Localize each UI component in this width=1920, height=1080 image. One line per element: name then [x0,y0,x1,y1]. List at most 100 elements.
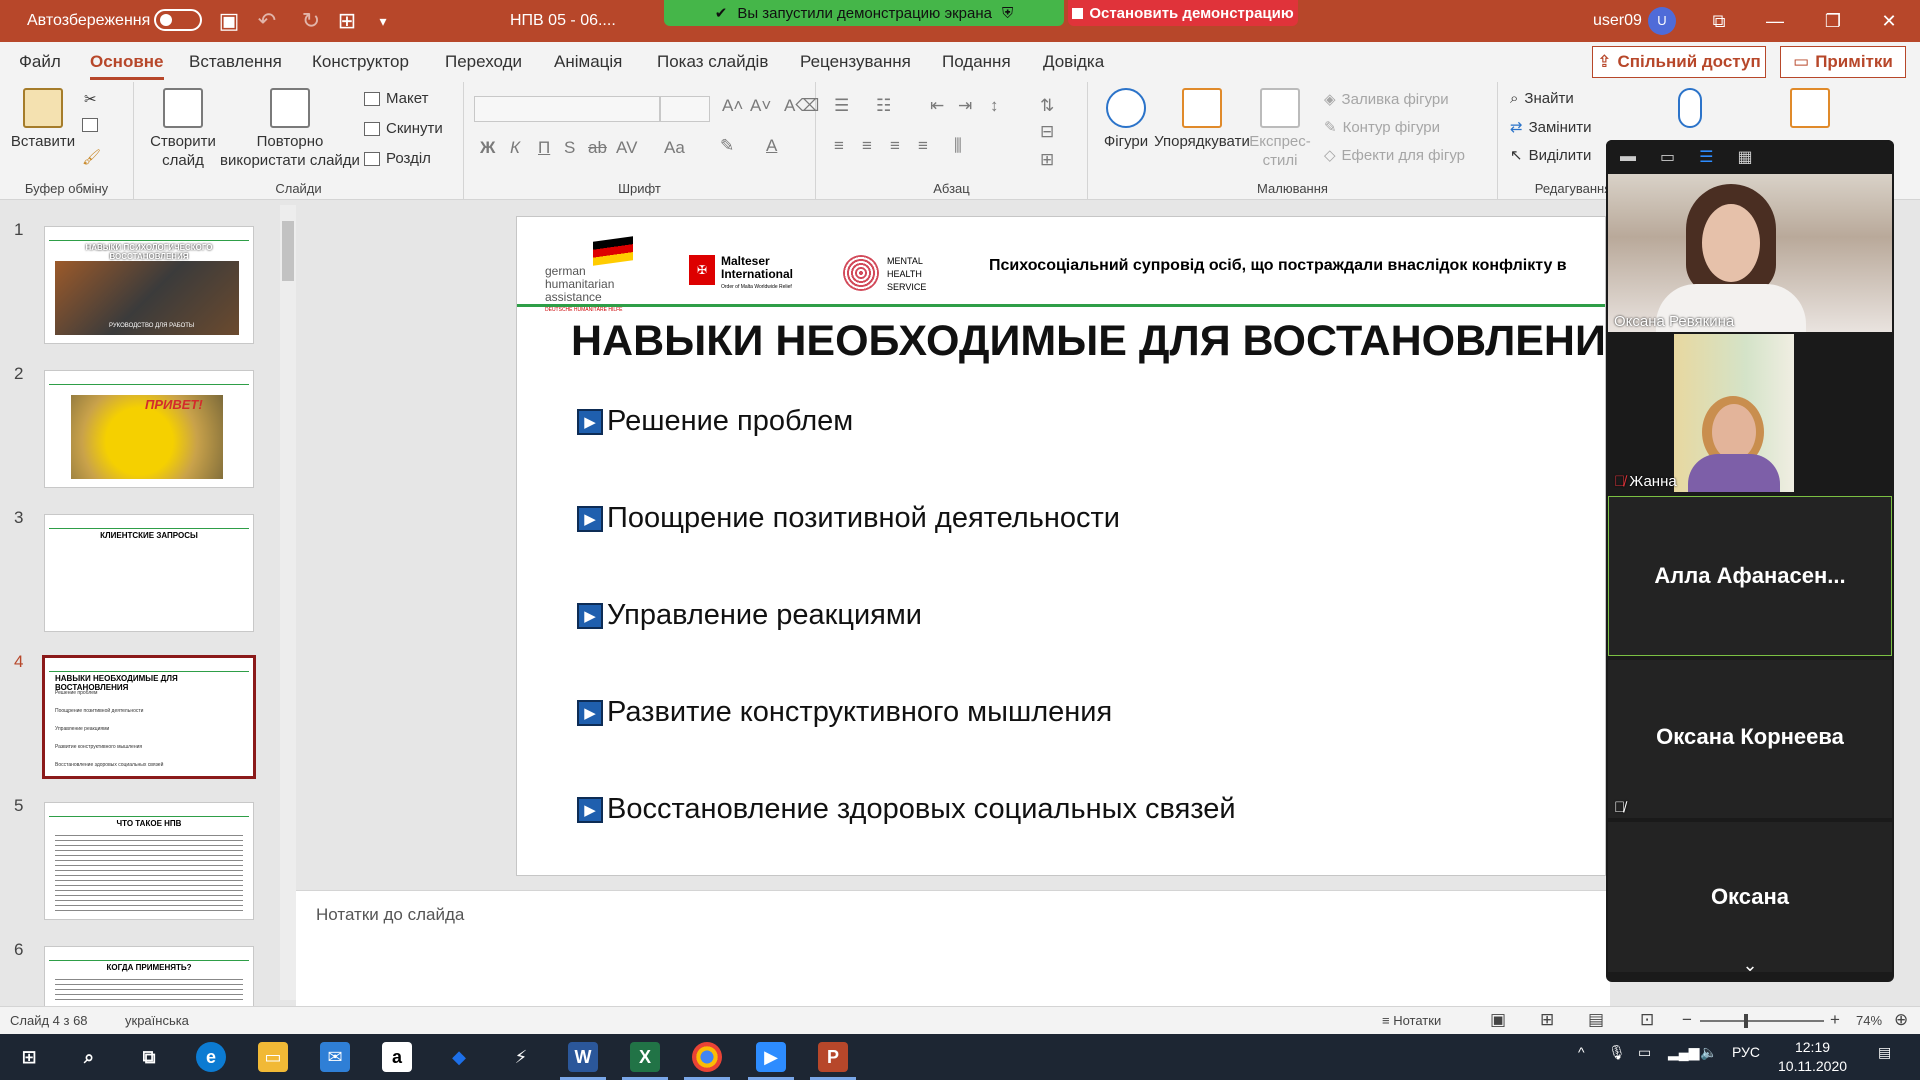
font-color-icon[interactable]: A [766,136,777,156]
slide-canvas[interactable]: german humanitarian assistance DEUTSCHE … [516,216,1606,876]
powerpoint-icon[interactable]: P [810,1042,856,1080]
cut-button[interactable]: ✂ [84,90,97,108]
underline-button[interactable]: П [538,138,550,158]
close-icon[interactable]: ✕ [1874,8,1904,34]
tray-chevron-icon[interactable]: ^ [1578,1044,1585,1060]
bullet-item[interactable]: ▶ Восстановление здоровых социальных связ… [577,793,1236,826]
minimize-icon[interactable]: — [1760,8,1790,34]
align-right-icon[interactable]: ≡ [890,136,900,156]
replace-button[interactable]: ⇄ Замінити [1510,118,1592,137]
line-spacing-icon[interactable]: ↕ [990,96,999,116]
change-case-button[interactable]: Aa [664,138,685,158]
shadow-button[interactable]: S [564,138,575,158]
participant-tile[interactable]: Оксана Корнеева 🎙̸ [1608,660,1892,818]
arrange-button[interactable]: Упорядкувати [1150,88,1254,151]
tab-design[interactable]: Конструктор [312,52,409,72]
highlight-icon[interactable]: ✎ [720,136,734,156]
design-ideas-button[interactable] [1780,88,1840,132]
bullet-item[interactable]: ▶ Поощрение позитивной деятельности [577,502,1120,535]
restore-icon[interactable]: ❐ [1818,8,1848,34]
app-icon[interactable]: ⚡ [506,1042,536,1072]
slide-thumbnail-5[interactable]: ЧТО ТАКОЕ НПВ [44,802,254,920]
reading-view-icon[interactable]: ▤ [1588,1010,1604,1030]
notes-toggle[interactable]: ≡ Нотатки [1382,1013,1441,1028]
columns-icon[interactable]: ⫼ [954,136,962,156]
tab-view[interactable]: Подання [942,52,1011,72]
dropbox-icon[interactable]: ◆ [444,1042,474,1072]
zoom-level[interactable]: 74% [1856,1013,1882,1028]
select-button[interactable]: ↖ Виділити [1510,146,1591,165]
participant-tile[interactable]: Оксана Ревякина [1608,174,1892,332]
format-painter-button[interactable]: 🖌 [82,148,101,166]
copy-button[interactable] [82,118,98,132]
edge-icon[interactable]: e [196,1042,226,1072]
font-name-field[interactable] [474,96,660,122]
slide-thumbnail-3[interactable]: КЛИЕНТСКИЕ ЗАПРОСЫ [44,514,254,632]
network-icon[interactable]: ▂▄▆ [1668,1044,1699,1061]
chrome-icon[interactable] [684,1042,730,1080]
zoom-icon[interactable]: ▶ [748,1042,794,1080]
user-name[interactable]: user09 [1593,12,1642,30]
stop-share-button[interactable]: Остановить демонстрацию [1068,0,1298,26]
participant-tile[interactable]: Оксана [1608,822,1892,972]
reset-button[interactable]: Скинути [364,120,443,137]
numbering-icon[interactable]: ☷ [876,96,891,116]
ribbon-display-icon[interactable]: ⧉ [1704,8,1734,34]
participant-tile[interactable]: 🎙̸ Жанна [1608,334,1892,492]
decrease-indent-icon[interactable]: ⇤ [930,96,944,116]
slide-title[interactable]: НАВЫКИ НЕОБХОДИМЫЕ ДЛЯ ВОСТАНОВЛЕНИЯ [571,317,1605,366]
share-button[interactable]: ⇪ Спільний доступ [1592,46,1766,78]
notes-pane[interactable]: Нотатки до слайда [296,890,1610,1010]
fit-to-window-icon[interactable]: ⊕ [1894,1010,1908,1030]
align-center-icon[interactable]: ≡ [862,136,872,156]
bullets-icon[interactable]: ☰ [834,96,849,116]
tab-help[interactable]: Довідка [1043,52,1104,72]
normal-view-icon[interactable]: ▣ [1490,1010,1506,1030]
slide-counter[interactable]: Слайд 4 з 68 [10,1013,88,1028]
bullet-item[interactable]: ▶ Управление реакциями [577,599,922,632]
battery-icon[interactable]: ▭ [1638,1044,1651,1061]
tab-review[interactable]: Рецензування [800,52,911,72]
tab-home[interactable]: Основне [90,52,164,80]
hide-video-icon[interactable]: ▭ [1660,147,1675,167]
align-left-icon[interactable]: ≡ [834,136,844,156]
slideshow-view-icon[interactable]: ⊡ [1640,1010,1654,1030]
tab-transitions[interactable]: Переходи [445,52,522,72]
tab-insert[interactable]: Вставлення [189,52,282,72]
strikethrough-button[interactable]: ab [588,138,607,158]
new-slide-button[interactable]: Створити слайд [140,88,226,170]
slide-thumbnail-6[interactable]: КОГДА ПРИМЕНЯТЬ? [44,946,254,1010]
zoom-out-icon[interactable]: − [1682,1010,1692,1030]
shape-effects-button[interactable]: ◇ Ефекти для фігур [1324,146,1465,165]
redo-icon[interactable]: ↻ [298,8,324,34]
find-button[interactable]: ⌕ Знайти [1510,90,1574,107]
text-direction-icon[interactable]: ⇅ [1040,96,1054,116]
quick-styles-button[interactable]: Експрес-стилі [1248,88,1312,170]
grow-font-icon[interactable]: A˄ [722,96,743,116]
shape-outline-button[interactable]: ✎ Контур фігури [1324,118,1440,137]
slide-thumbnail-1[interactable]: НАВЫКИ ПСИХОЛОГИЧЕСКОГО ВОССТАНОВЛЕНИЯ Р… [44,226,254,344]
file-explorer-icon[interactable]: ▭ [258,1042,288,1072]
present-icon[interactable]: ⊞ [334,8,360,34]
slide-thumbnail-4[interactable]: НАВЫКИ НЕОБХОДИМЫЕ ДЛЯ ВОСТАНОВЛЕНИЯ Реш… [42,655,256,779]
system-clock[interactable]: 12:19 10.11.2020 [1778,1038,1847,1076]
align-text-icon[interactable]: ⊟ [1040,122,1054,142]
layout-button[interactable]: Макет [364,90,428,107]
document-title[interactable]: НПВ 05 - 06.... [510,12,616,30]
input-language[interactable]: РУС [1732,1044,1760,1060]
volume-icon[interactable]: 🔈 [1700,1044,1717,1061]
comments-button[interactable]: ▭ Примітки [1780,46,1906,78]
scrollbar-thumb[interactable] [282,221,294,281]
microphone-tray-icon[interactable]: 🎙 [1608,1044,1626,1061]
bold-button[interactable]: Ж [480,138,495,158]
gallery-view-icon[interactable]: ▦ [1737,147,1752,167]
word-icon[interactable]: W [560,1042,606,1080]
amazon-icon[interactable]: a [382,1042,412,1072]
minimize-icon[interactable]: ▬ [1620,148,1636,166]
bullet-item[interactable]: ▶ Решение проблем [577,405,853,438]
excel-icon[interactable]: X [622,1042,668,1080]
tab-slideshow[interactable]: Показ слайдів [657,52,768,72]
autosave-toggle[interactable] [154,9,202,31]
undo-icon[interactable]: ↶ [254,8,280,34]
language-indicator[interactable]: українська [125,1013,189,1028]
